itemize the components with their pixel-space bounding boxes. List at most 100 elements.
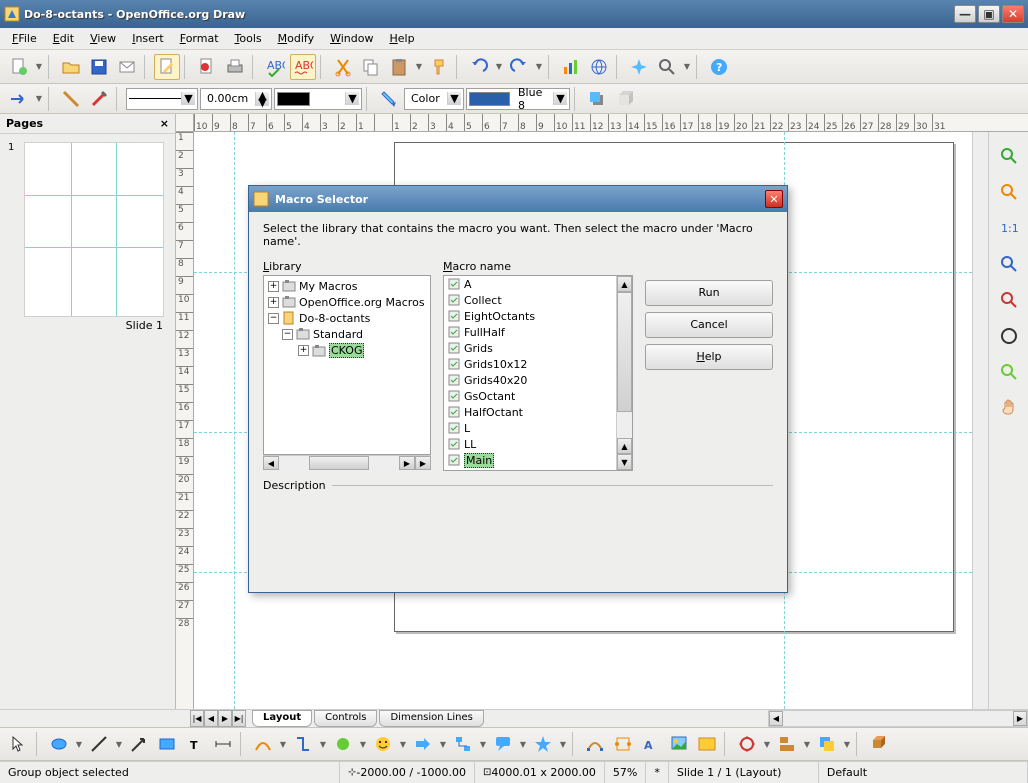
- new-button[interactable]: [6, 54, 32, 80]
- block-arrows-button[interactable]: [410, 731, 436, 757]
- macro-scrollbar[interactable]: ▲▲▼: [616, 276, 632, 470]
- zoom-page-button[interactable]: [995, 142, 1023, 170]
- library-tree[interactable]: +My Macros+OpenOffice.org Macros−Do-8-oc…: [263, 275, 431, 455]
- 3d-button[interactable]: [612, 86, 638, 112]
- spellcheck-button[interactable]: ABC: [262, 54, 288, 80]
- dialog-close-button[interactable]: ✕: [765, 190, 783, 208]
- macro-item[interactable]: FullHalf: [444, 324, 616, 340]
- library-hscrollbar[interactable]: ◀▶▶: [263, 455, 431, 471]
- fill-type-combo[interactable]: Color▼: [404, 88, 464, 110]
- horizontal-scrollbar[interactable]: [783, 711, 1013, 726]
- undo-button[interactable]: [466, 54, 492, 80]
- navigator-button[interactable]: [626, 54, 652, 80]
- cut-button[interactable]: [330, 54, 356, 80]
- minimize-button[interactable]: —: [954, 5, 976, 23]
- macro-item[interactable]: A: [444, 276, 616, 292]
- macro-item[interactable]: LL: [444, 436, 616, 452]
- shadow-button[interactable]: [584, 86, 610, 112]
- effects-button[interactable]: [734, 731, 760, 757]
- dialog-titlebar[interactable]: Macro Selector ✕: [249, 186, 787, 212]
- glue-points-button[interactable]: [610, 731, 636, 757]
- menu-window[interactable]: Window: [322, 30, 381, 47]
- macro-item[interactable]: Main: [444, 452, 616, 468]
- menu-format[interactable]: Format: [172, 30, 227, 47]
- fill-color-combo[interactable]: Blue 8▼: [466, 88, 570, 110]
- macro-item[interactable]: MeridiansMajor: [444, 468, 616, 471]
- macro-item[interactable]: Grids40x20: [444, 372, 616, 388]
- tab-last-button[interactable]: ▶|: [232, 710, 246, 727]
- pages-close-icon[interactable]: ×: [160, 117, 169, 130]
- line-style-button[interactable]: [58, 86, 84, 112]
- copy-button[interactable]: [358, 54, 384, 80]
- new-dropdown[interactable]: ▼: [34, 62, 44, 71]
- run-button[interactable]: Run: [645, 280, 773, 306]
- close-button[interactable]: ✕: [1002, 5, 1024, 23]
- macro-item[interactable]: HalfOctant: [444, 404, 616, 420]
- edit-file-button[interactable]: [154, 54, 180, 80]
- menu-edit[interactable]: Edit: [45, 30, 82, 47]
- tree-item[interactable]: −Do-8-octants: [266, 310, 428, 326]
- menu-file[interactable]: FFile: [4, 30, 45, 47]
- paste-button[interactable]: [386, 54, 412, 80]
- redo-dropdown[interactable]: ▼: [534, 62, 544, 71]
- zoom-shift-button[interactable]: [995, 358, 1023, 386]
- macro-item[interactable]: EightOctants: [444, 308, 616, 324]
- select-tool-button[interactable]: [6, 731, 32, 757]
- zoom-ratio-button[interactable]: 1:1: [995, 214, 1023, 242]
- hyperlink-button[interactable]: [586, 54, 612, 80]
- autospellcheck-button[interactable]: ABC: [290, 54, 316, 80]
- from-file-button[interactable]: [666, 731, 692, 757]
- menu-view[interactable]: View: [82, 30, 124, 47]
- flowchart-button[interactable]: [450, 731, 476, 757]
- stars-button[interactable]: [530, 731, 556, 757]
- hscroll-left-button[interactable]: ◀: [769, 711, 783, 726]
- menu-tools[interactable]: Tools: [227, 30, 270, 47]
- connector-tool-button[interactable]: [290, 731, 316, 757]
- tab-controls[interactable]: Controls: [314, 710, 377, 727]
- menu-modify[interactable]: Modify: [270, 30, 322, 47]
- hscroll-right-button[interactable]: ▶: [1013, 711, 1027, 726]
- paste-dropdown[interactable]: ▼: [414, 62, 424, 71]
- pan-button[interactable]: [995, 394, 1023, 422]
- rectangle-tool-button[interactable]: [154, 731, 180, 757]
- symbol-shapes-button[interactable]: [370, 731, 396, 757]
- tree-item[interactable]: +OpenOffice.org Macros: [266, 294, 428, 310]
- macro-item[interactable]: Grids: [444, 340, 616, 356]
- format-paintbrush-button[interactable]: [426, 54, 452, 80]
- arrow-style-dropdown[interactable]: ▼: [34, 94, 44, 103]
- macro-item[interactable]: L: [444, 420, 616, 436]
- export-pdf-button[interactable]: [194, 54, 220, 80]
- arrow-tool-button[interactable]: [126, 731, 152, 757]
- slide-thumbnail[interactable]: 1 Slide 1: [8, 142, 167, 332]
- cancel-button[interactable]: Cancel: [645, 312, 773, 338]
- text-tool-button[interactable]: T: [182, 731, 208, 757]
- area-style-button[interactable]: [376, 86, 402, 112]
- open-button[interactable]: [58, 54, 84, 80]
- ellipse-tool-button[interactable]: [46, 731, 72, 757]
- macro-item[interactable]: Grids10x12: [444, 356, 616, 372]
- line-tool-button[interactable]: [86, 731, 112, 757]
- zoom-button[interactable]: [654, 54, 680, 80]
- basic-shapes-button[interactable]: [330, 731, 356, 757]
- undo-dropdown[interactable]: ▼: [494, 62, 504, 71]
- tree-item[interactable]: +CKOG: [266, 342, 428, 359]
- alignment-button[interactable]: [774, 731, 800, 757]
- line-color-button[interactable]: [86, 86, 112, 112]
- zoom-100-button[interactable]: [995, 178, 1023, 206]
- zoom-object-button[interactable]: [995, 322, 1023, 350]
- line-color-combo[interactable]: ▼: [274, 88, 362, 110]
- document-as-email-button[interactable]: [114, 54, 140, 80]
- zoom-next-button[interactable]: [995, 286, 1023, 314]
- tab-next-button[interactable]: ▶: [218, 710, 232, 727]
- callouts-button[interactable]: [490, 731, 516, 757]
- help-button[interactable]: Help: [645, 344, 773, 370]
- redo-button[interactable]: [506, 54, 532, 80]
- tab-first-button[interactable]: |◀: [190, 710, 204, 727]
- macro-item[interactable]: Collect: [444, 292, 616, 308]
- vertical-scrollbar[interactable]: [972, 132, 988, 709]
- menu-insert[interactable]: Insert: [124, 30, 172, 47]
- tab-layout[interactable]: Layout: [252, 710, 312, 727]
- maximize-button[interactable]: ▣: [978, 5, 1000, 23]
- dimension-line-button[interactable]: [210, 731, 236, 757]
- save-button[interactable]: [86, 54, 112, 80]
